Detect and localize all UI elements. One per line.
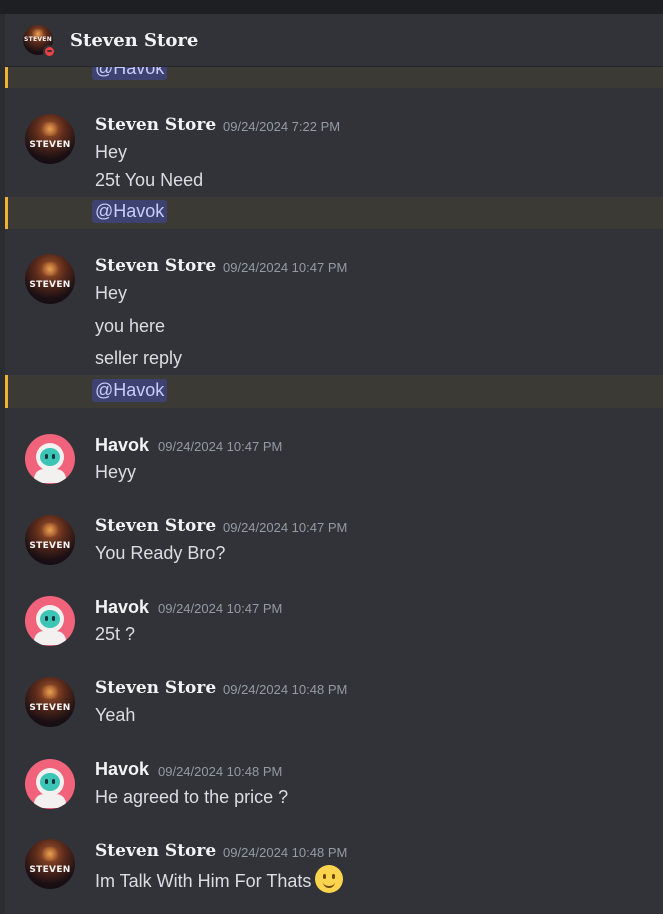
message-text: 25t ? <box>95 624 136 644</box>
message-text: Hey <box>95 142 128 162</box>
message-text: Im Talk With Him For Thats <box>95 865 344 896</box>
avatar-label: STEVEN <box>23 36 53 43</box>
author-name[interactable]: Steven Store <box>95 115 216 135</box>
message-text: Hey <box>95 283 128 303</box>
avatar[interactable]: STEVEN <box>25 839 75 889</box>
author-name[interactable]: Steven Store <box>95 256 216 276</box>
message-text: you here <box>95 316 166 336</box>
avatar[interactable]: STEVEN <box>25 114 75 164</box>
mention-pill[interactable]: @Havok <box>92 200 168 223</box>
message-text: Yeah <box>95 705 136 725</box>
avatar[interactable]: STEVEN <box>25 254 75 304</box>
message-text: 25t You Need <box>95 170 204 190</box>
mention-pill[interactable]: @Havok <box>92 67 168 80</box>
dnd-status-icon <box>43 45 56 58</box>
timestamp[interactable]: 09/24/2024 10:47 PM <box>158 439 282 454</box>
message-text: He agreed to the price ? <box>95 787 289 807</box>
timestamp[interactable]: 09/24/2024 10:47 PM <box>223 260 347 275</box>
message-text: Heyy <box>95 462 137 482</box>
avatar[interactable] <box>25 759 75 809</box>
message-feed[interactable]: @Havok STEVEN Steven Store 09/24/2024 7:… <box>5 67 663 914</box>
author-name[interactable]: Havok <box>95 435 149 456</box>
timestamp[interactable]: 09/24/2024 10:48 PM <box>223 682 347 697</box>
timestamp[interactable]: 09/24/2024 10:47 PM <box>223 520 347 535</box>
window-top-strip <box>0 0 663 14</box>
header-avatar[interactable]: STEVEN <box>23 25 56 58</box>
timestamp[interactable]: 09/24/2024 10:48 PM <box>158 764 282 779</box>
avatar[interactable]: STEVEN <box>25 515 75 565</box>
avatar[interactable] <box>25 596 75 646</box>
message-text: seller reply <box>95 348 183 368</box>
dm-title[interactable]: Steven Store <box>70 30 198 51</box>
timestamp[interactable]: 09/24/2024 7:22 PM <box>223 119 340 134</box>
timestamp[interactable]: 09/24/2024 10:48 PM <box>223 845 347 860</box>
dm-header: STEVEN Steven Store <box>5 14 663 67</box>
message-text: You Ready Bro? <box>95 543 226 563</box>
author-name[interactable]: Steven Store <box>95 516 216 536</box>
author-name[interactable]: Steven Store <box>95 841 216 861</box>
slightly-smiling-face-icon[interactable] <box>315 865 344 893</box>
author-name[interactable]: Havok <box>95 759 149 780</box>
author-name[interactable]: Steven Store <box>95 678 216 698</box>
message-text-content: Im Talk With Him For Thats <box>95 870 312 891</box>
author-name[interactable]: Havok <box>95 597 149 618</box>
timestamp[interactable]: 09/24/2024 10:47 PM <box>158 601 282 616</box>
mention-pill[interactable]: @Havok <box>92 379 168 402</box>
avatar[interactable] <box>25 434 75 484</box>
avatar[interactable]: STEVEN <box>25 677 75 727</box>
